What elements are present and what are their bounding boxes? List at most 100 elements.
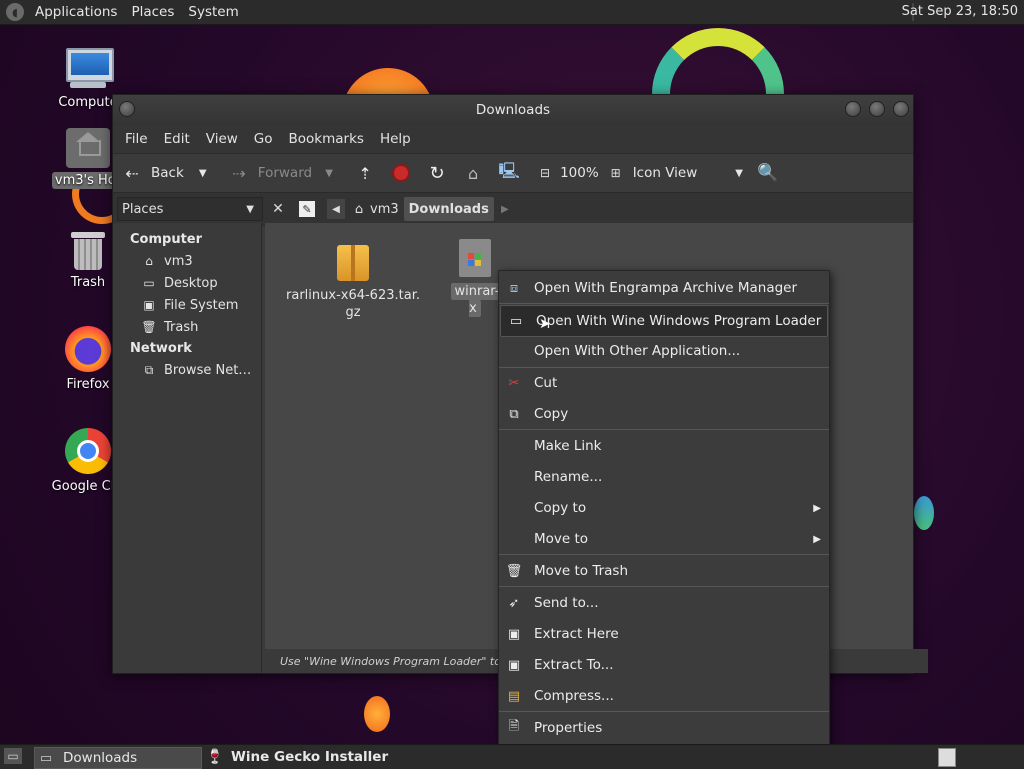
places-selector[interactable]: Places ▼ [117, 197, 263, 221]
network-icon: ⧉ [144, 362, 154, 377]
compress-icon: ▤ [507, 688, 521, 704]
chevron-down-icon: ▼ [246, 203, 254, 215]
chevron-down-icon: ▼ [735, 167, 743, 179]
menu-item-label: Extract Here [534, 626, 619, 642]
home-folder-icon: ⌂ [145, 254, 153, 268]
sidebar-item-desktop[interactable]: ▭ Desktop [113, 272, 261, 294]
menu-item-properties[interactable]: 🗎 Properties [499, 713, 829, 743]
menu-help[interactable]: Help [372, 131, 419, 147]
chevron-down-icon[interactable]: ▼ [192, 162, 214, 184]
show-desktop-icon[interactable]: ▭ [4, 748, 22, 764]
submenu-arrow-icon: ▶ [813, 533, 821, 545]
menu-item-label: Move to Trash [534, 563, 629, 579]
menu-item-compress[interactable]: ▤ Compress... [499, 681, 829, 711]
search-icon[interactable]: 🔍 [757, 162, 779, 184]
back-button[interactable]: ⇠ Back ▼ [121, 162, 214, 184]
maximize-icon[interactable] [869, 101, 885, 117]
edit-location-icon[interactable]: ✎ [299, 201, 315, 217]
menu-go[interactable]: Go [246, 131, 281, 147]
wine-glass-icon: 🍷 [206, 749, 224, 765]
menu-item-extract-to[interactable]: ▣ Extract To... [499, 650, 829, 680]
menu-item-label: Cut [534, 375, 558, 391]
copy-icon: ⧉ [509, 406, 519, 422]
sidebar-item-vm3[interactable]: ⌂ vm3 [113, 250, 261, 272]
menu-item-rename[interactable]: Rename... [499, 462, 829, 492]
up-arrow-icon[interactable]: ⇡ [354, 162, 376, 184]
menu-item-send-to[interactable]: ➶ Send to... [499, 588, 829, 618]
send-icon: ➶ [508, 595, 520, 611]
menu-item-label: Copy [534, 406, 569, 422]
breadcrumb-vm3[interactable]: ⌂ vm3 [345, 197, 404, 221]
zoom-level: 100% [560, 165, 599, 181]
submenu-arrow-icon: ▶ [813, 502, 821, 514]
minimize-icon[interactable] [845, 101, 861, 117]
window-titlebar[interactable]: Downloads [113, 95, 913, 125]
wallpaper-blue-drop [914, 496, 934, 530]
file-item-rarlinux[interactable]: rarlinux-x64-623.tar. gz [285, 245, 421, 321]
properties-icon: 🗎 [508, 719, 520, 734]
sidebar-item-file-system[interactable]: ▣ File System [113, 294, 261, 316]
menu-item-open-with-wine[interactable]: ▭ Open With Wine Windows Program Loader … [500, 305, 828, 337]
breadcrumb-left-icon[interactable]: ◀ [327, 199, 345, 219]
menu-item-copy-to[interactable]: Copy to ▶ [499, 493, 829, 523]
reload-icon[interactable]: ↻ [426, 162, 448, 184]
breadcrumb-right-icon[interactable]: ▶ [494, 198, 516, 220]
sidebar-item-browse-network[interactable]: ⧉ Browse Net… [113, 359, 261, 381]
mate-logo-icon[interactable]: ◖ [6, 3, 24, 21]
clock[interactable]: Sat Sep 23, 18:50 [902, 4, 1018, 19]
file-item-winrar[interactable]: winrar-x [445, 239, 505, 317]
sidebar-item-label: File System [164, 297, 239, 313]
extract-icon: ▣ [507, 657, 521, 673]
menu-bookmarks[interactable]: Bookmarks [281, 131, 372, 147]
trash-icon: 🗑 [141, 320, 157, 334]
window-menu-icon[interactable] [119, 101, 135, 117]
menu-places[interactable]: Places [124, 4, 181, 20]
folder-icon: ▭ [39, 750, 53, 766]
scissors-icon: ✂ [508, 375, 520, 391]
menu-item-move-to[interactable]: Move to ▶ [499, 524, 829, 554]
menu-file[interactable]: File [117, 131, 156, 147]
zoom-out-icon[interactable]: ⊟ [534, 162, 556, 184]
menu-item-label: Open With Other Application... [534, 343, 741, 359]
menu-item-make-link[interactable]: Make Link [499, 431, 829, 461]
zoom-in-icon[interactable]: ⊞ [605, 162, 627, 184]
home-icon[interactable]: ⌂ [462, 162, 484, 184]
context-menu: ⧈ Open With Engrampa Archive Manager ▭ O… [498, 270, 830, 746]
location-bar: Places ▼ ✕ ✎ ◀ ⌂ vm3 Downloads ▶ [113, 193, 913, 226]
menu-item-open-with-engrampa[interactable]: ⧈ Open With Engrampa Archive Manager [499, 273, 829, 303]
menu-item-extract-here[interactable]: ▣ Extract Here [499, 619, 829, 649]
workspace-switcher[interactable] [938, 748, 956, 767]
close-icon[interactable] [893, 101, 909, 117]
menu-item-cut[interactable]: ✂ Cut [499, 368, 829, 398]
desktop-icon-label: Firefox [66, 377, 110, 392]
trash-icon [71, 230, 105, 270]
computer-icon[interactable]: 🖳 [498, 161, 520, 184]
menu-system[interactable]: System [181, 4, 245, 20]
menu-applications[interactable]: Applications [28, 4, 124, 20]
forward-button[interactable]: ⇢ Forward ▼ [228, 162, 340, 184]
menu-item-open-with-other[interactable]: Open With Other Application... [499, 336, 829, 366]
forward-arrow-icon: ⇢ [232, 163, 246, 183]
sidebar-item-trash[interactable]: 🗑 Trash [113, 316, 261, 338]
chevron-down-icon[interactable]: ▼ [318, 162, 340, 184]
menu-item-move-to-trash[interactable]: 🗑 Move to Trash [499, 556, 829, 586]
task-downloads[interactable]: ▭ Downloads [34, 747, 202, 769]
menu-view[interactable]: View [198, 131, 246, 147]
wallpaper-orange-drop [364, 696, 390, 732]
close-sidebar-icon[interactable]: ✕ [267, 198, 289, 220]
sidebar-heading-computer: Computer [130, 232, 203, 247]
firefox-icon [65, 326, 111, 372]
task-wine-gecko-installer[interactable]: 🍷 Wine Gecko Installer [204, 747, 388, 767]
sidebar-item-label: Trash [164, 319, 199, 335]
computer-icon [64, 46, 114, 90]
stop-icon[interactable] [390, 162, 412, 184]
menu-item-label: Rename... [534, 469, 603, 485]
view-mode-select[interactable]: Icon View ▼ [633, 165, 743, 181]
file-name: rarlinux-x64-623.tar. [286, 288, 420, 303]
trash-icon: 🗑 [505, 563, 523, 579]
menu-edit[interactable]: Edit [156, 131, 198, 147]
exe-icon [459, 239, 491, 277]
menu-item-copy[interactable]: ⧉ Copy [499, 399, 829, 429]
breadcrumb-downloads[interactable]: Downloads [403, 197, 494, 221]
window-title: Downloads [475, 102, 551, 118]
